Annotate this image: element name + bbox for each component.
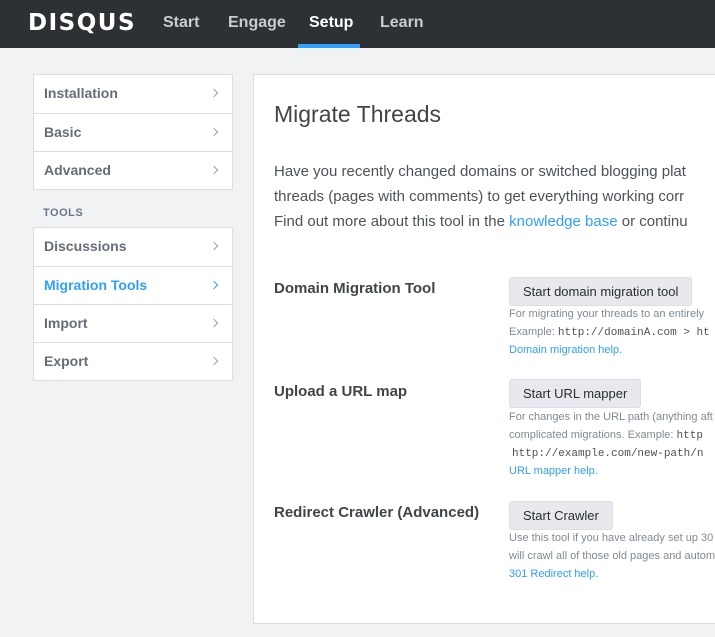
nav-start[interactable]: Start xyxy=(163,14,199,32)
domain-migration-title: Domain Migration Tool xyxy=(274,280,436,297)
chevron-right-icon xyxy=(209,356,219,366)
sidebar-item-label: Installation xyxy=(44,85,118,101)
intro-line-2: threads (pages with comments) to get eve… xyxy=(274,188,685,205)
nav-learn[interactable]: Learn xyxy=(380,14,424,32)
sidebar-item-export[interactable]: Export xyxy=(34,342,232,380)
domain-migration-example: Example: http://domainA.com > ht xyxy=(509,323,710,342)
nav-active-indicator xyxy=(298,44,360,48)
top-nav-bar: DISQUS Start Engage Setup Learn xyxy=(0,0,715,48)
sidebar-item-label: Import xyxy=(44,315,88,331)
redirect-crawler-desc-1: Use this tool if you have already set up… xyxy=(509,532,714,544)
chevron-right-icon xyxy=(209,241,219,251)
chevron-right-icon xyxy=(209,280,219,290)
url-mapper-example: complicated migrations. Example: http xyxy=(509,426,703,445)
url-mapper-desc: For changes in the URL path (anything af… xyxy=(509,411,713,423)
start-domain-migration-button[interactable]: Start domain migration tool xyxy=(509,277,693,306)
nav-engage[interactable]: Engage xyxy=(228,14,286,32)
nav-setup[interactable]: Setup xyxy=(309,14,353,32)
sidebar-item-installation[interactable]: Installation xyxy=(34,75,232,113)
start-url-mapper-button[interactable]: Start URL mapper xyxy=(509,379,642,408)
intro-line-1: Have you recently changed domains or swi… xyxy=(274,163,686,180)
sidebar-tools-heading: TOOLS xyxy=(43,207,84,219)
sidebar-item-label: Discussions xyxy=(44,238,127,254)
sidebar-item-discussions[interactable]: Discussions xyxy=(34,228,232,266)
chevron-right-icon xyxy=(209,88,219,98)
chevron-right-icon xyxy=(209,165,219,175)
sidebar-item-label: Export xyxy=(44,353,89,369)
domain-migration-help-link[interactable]: Domain migration help. xyxy=(509,344,622,356)
sidebar-item-advanced[interactable]: Advanced xyxy=(34,151,232,189)
chevron-right-icon xyxy=(209,127,219,137)
redirect-help-link[interactable]: 301 Redirect help. xyxy=(509,568,598,580)
sidebar-item-label: Advanced xyxy=(44,162,111,178)
url-mapper-help-link[interactable]: URL mapper help. xyxy=(509,465,598,477)
example-url: http xyxy=(676,430,703,442)
sidebar-settings-group: Installation Basic Advanced xyxy=(33,74,233,190)
redirect-crawler-desc-2: will crawl all of those old pages and au… xyxy=(509,550,715,562)
sidebar-item-label: Basic xyxy=(44,124,82,140)
chevron-right-icon xyxy=(209,318,219,328)
url-map-title: Upload a URL map xyxy=(274,383,408,400)
start-crawler-button[interactable]: Start Crawler xyxy=(509,501,613,530)
disqus-logo[interactable]: DISQUS xyxy=(28,10,136,36)
sidebar-item-basic[interactable]: Basic xyxy=(34,113,232,151)
page-title: Migrate Threads xyxy=(274,101,442,127)
domain-migration-desc: For migrating your threads to an entirel… xyxy=(509,308,705,320)
example-url: http://domainA.com > ht xyxy=(557,327,710,339)
intro-line-3: Find out more about this tool in the kno… xyxy=(274,213,688,230)
intro-text: Find out more about this tool in the xyxy=(274,213,510,230)
url-mapper-example-url: http://example.com/new-path/n xyxy=(512,448,704,460)
main-content-panel: Migrate Threads Have you recently change… xyxy=(253,74,715,624)
sidebar-item-migration-tools[interactable]: Migration Tools xyxy=(34,266,232,304)
sidebar-item-label: Migration Tools xyxy=(44,277,148,293)
knowledge-base-link[interactable]: knowledge base xyxy=(509,213,617,230)
example-label: Example: xyxy=(509,326,558,338)
sidebar-tools-group: Discussions Migration Tools Import Expor… xyxy=(33,227,233,381)
sidebar-item-import[interactable]: Import xyxy=(34,304,232,342)
example-label: complicated migrations. Example: xyxy=(509,429,677,441)
intro-text: or continu xyxy=(617,213,688,230)
redirect-crawler-title: Redirect Crawler (Advanced) xyxy=(274,504,480,521)
